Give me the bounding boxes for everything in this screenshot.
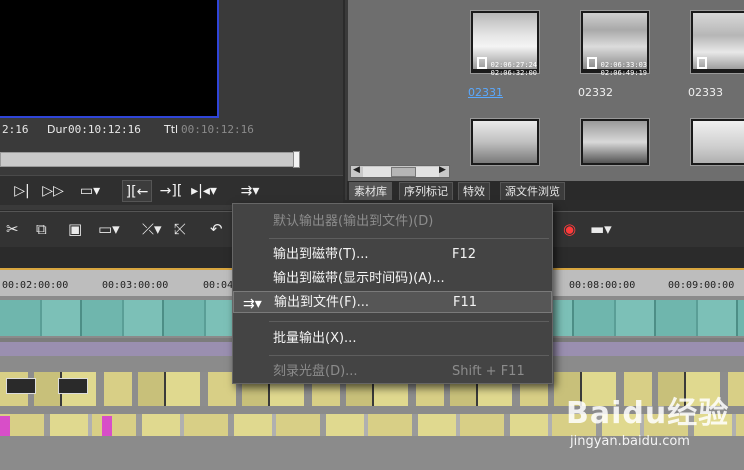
player-panel: 2:16 Dur 00:10:12:16 Ttl 00:10:12:16 ▷| …: [0, 0, 343, 210]
menu-item-output-to-tape[interactable]: 输出到磁带(T)... F12: [233, 244, 552, 266]
clip-thumb-a[interactable]: [6, 378, 36, 394]
bin-tabs: 素材库 序列标记 特效 源文件浏览: [347, 181, 744, 200]
duration-label: Dur: [47, 123, 67, 136]
clip-thumbnail-row2-a[interactable]: [470, 118, 540, 166]
scroll-thumb[interactable]: [391, 167, 416, 177]
menu-item-output-to-file[interactable]: ⇉▾ 输出到文件(F)... F11: [233, 291, 552, 313]
export-context-menu: 默认输出器(输出到文件)(D) 输出到磁带(T)... F12 输出到磁带(显示…: [232, 203, 553, 384]
menu-item-output-to-tape-timecode[interactable]: 输出到磁带(显示时间码)(A)...: [233, 268, 552, 290]
clip-thumbnail-02332[interactable]: 02:06:33:03 02:06:49:19: [580, 10, 650, 77]
menu-item-default-exporter: 默认输出器(输出到文件)(D): [273, 214, 434, 229]
menu-item-burn-disc: 刻录光盘(D)... Shift + F11: [273, 364, 525, 379]
timecode-row: 2:16 Dur 00:10:12:16 Ttl 00:10:12:16: [0, 121, 343, 138]
preview-screen[interactable]: [0, 0, 219, 118]
window-icon[interactable]: ▬▾: [590, 219, 612, 239]
scroll-right-icon[interactable]: ▶: [439, 165, 446, 175]
copy-icon[interactable]: ⧉: [36, 219, 47, 239]
clip-thumbnail-row2-b[interactable]: [580, 118, 650, 166]
menu-item-batch-output[interactable]: 批量输出(X)...: [233, 328, 552, 350]
seek-handle[interactable]: [293, 151, 300, 168]
undo-icon[interactable]: ↶: [210, 219, 223, 239]
export-icon[interactable]: ⇉▾: [236, 180, 264, 202]
clip-name-02333[interactable]: 02333: [688, 86, 723, 99]
tab-source-browser[interactable]: 源文件浏览: [500, 182, 565, 200]
ripple-delete-icon[interactable]: ⤪: [174, 219, 186, 239]
transition-marker[interactable]: [0, 416, 10, 436]
seek-bar[interactable]: [0, 152, 299, 167]
scroll-left-icon[interactable]: ◀: [353, 165, 360, 175]
bin-scrollbar[interactable]: ◀ ▶: [350, 165, 450, 178]
duration-timecode: 00:10:12:16: [68, 123, 141, 136]
current-timecode: 2:16: [2, 123, 29, 136]
fast-forward-icon[interactable]: ▷▷: [40, 180, 66, 202]
export-file-icon: ⇉▾: [243, 296, 262, 312]
tab-effects[interactable]: 特效: [458, 182, 490, 200]
total-timecode: 00:10:12:16: [181, 123, 254, 136]
color-icon[interactable]: ◉: [563, 219, 576, 239]
cut-icon[interactable]: ✂: [6, 219, 19, 239]
clip-name-02332[interactable]: 02332: [578, 86, 613, 99]
paste-icon[interactable]: ▣: [68, 219, 82, 239]
clip-mark-icon: [477, 57, 487, 69]
tab-sequence-markers[interactable]: 序列标记: [399, 182, 453, 200]
output-icon[interactable]: ▭▾: [76, 180, 104, 202]
clip-mark-icon: [697, 57, 707, 69]
clip-thumbnail-02333[interactable]: [690, 10, 744, 74]
clip-name-02331[interactable]: 02331: [468, 86, 503, 99]
mark-out-icon[interactable]: →][: [157, 180, 185, 202]
clip-thumbnail-02331[interactable]: 02:06:27:24 02:06:32:00: [470, 10, 540, 77]
ripple-icon[interactable]: ▭▾: [98, 219, 120, 239]
clip-thumbnail-row2-c[interactable]: [690, 118, 744, 166]
watermark-url: jingyan.baidu.com: [570, 434, 690, 449]
mark-in-icon[interactable]: ][←: [122, 180, 152, 202]
baidu-watermark: Baidu经验 jingyan.baidu.com: [560, 388, 744, 470]
play-forward-icon[interactable]: ▷|: [12, 180, 32, 202]
total-label: Ttl: [164, 123, 179, 136]
clip-mark-icon: [587, 57, 597, 69]
watermark-brand: Baidu经验: [566, 396, 730, 431]
player-controls: ▷| ▷▷ ▭▾ ][← →][ ▸|◂▾ ⇉▾: [0, 175, 343, 205]
split-icon[interactable]: ▸|◂▾: [188, 180, 220, 202]
delete-icon[interactable]: ⤫▾: [142, 219, 162, 239]
clip-thumb-b[interactable]: [58, 378, 88, 394]
transition-marker[interactable]: [102, 416, 112, 436]
tab-asset-library[interactable]: 素材库: [349, 182, 392, 200]
